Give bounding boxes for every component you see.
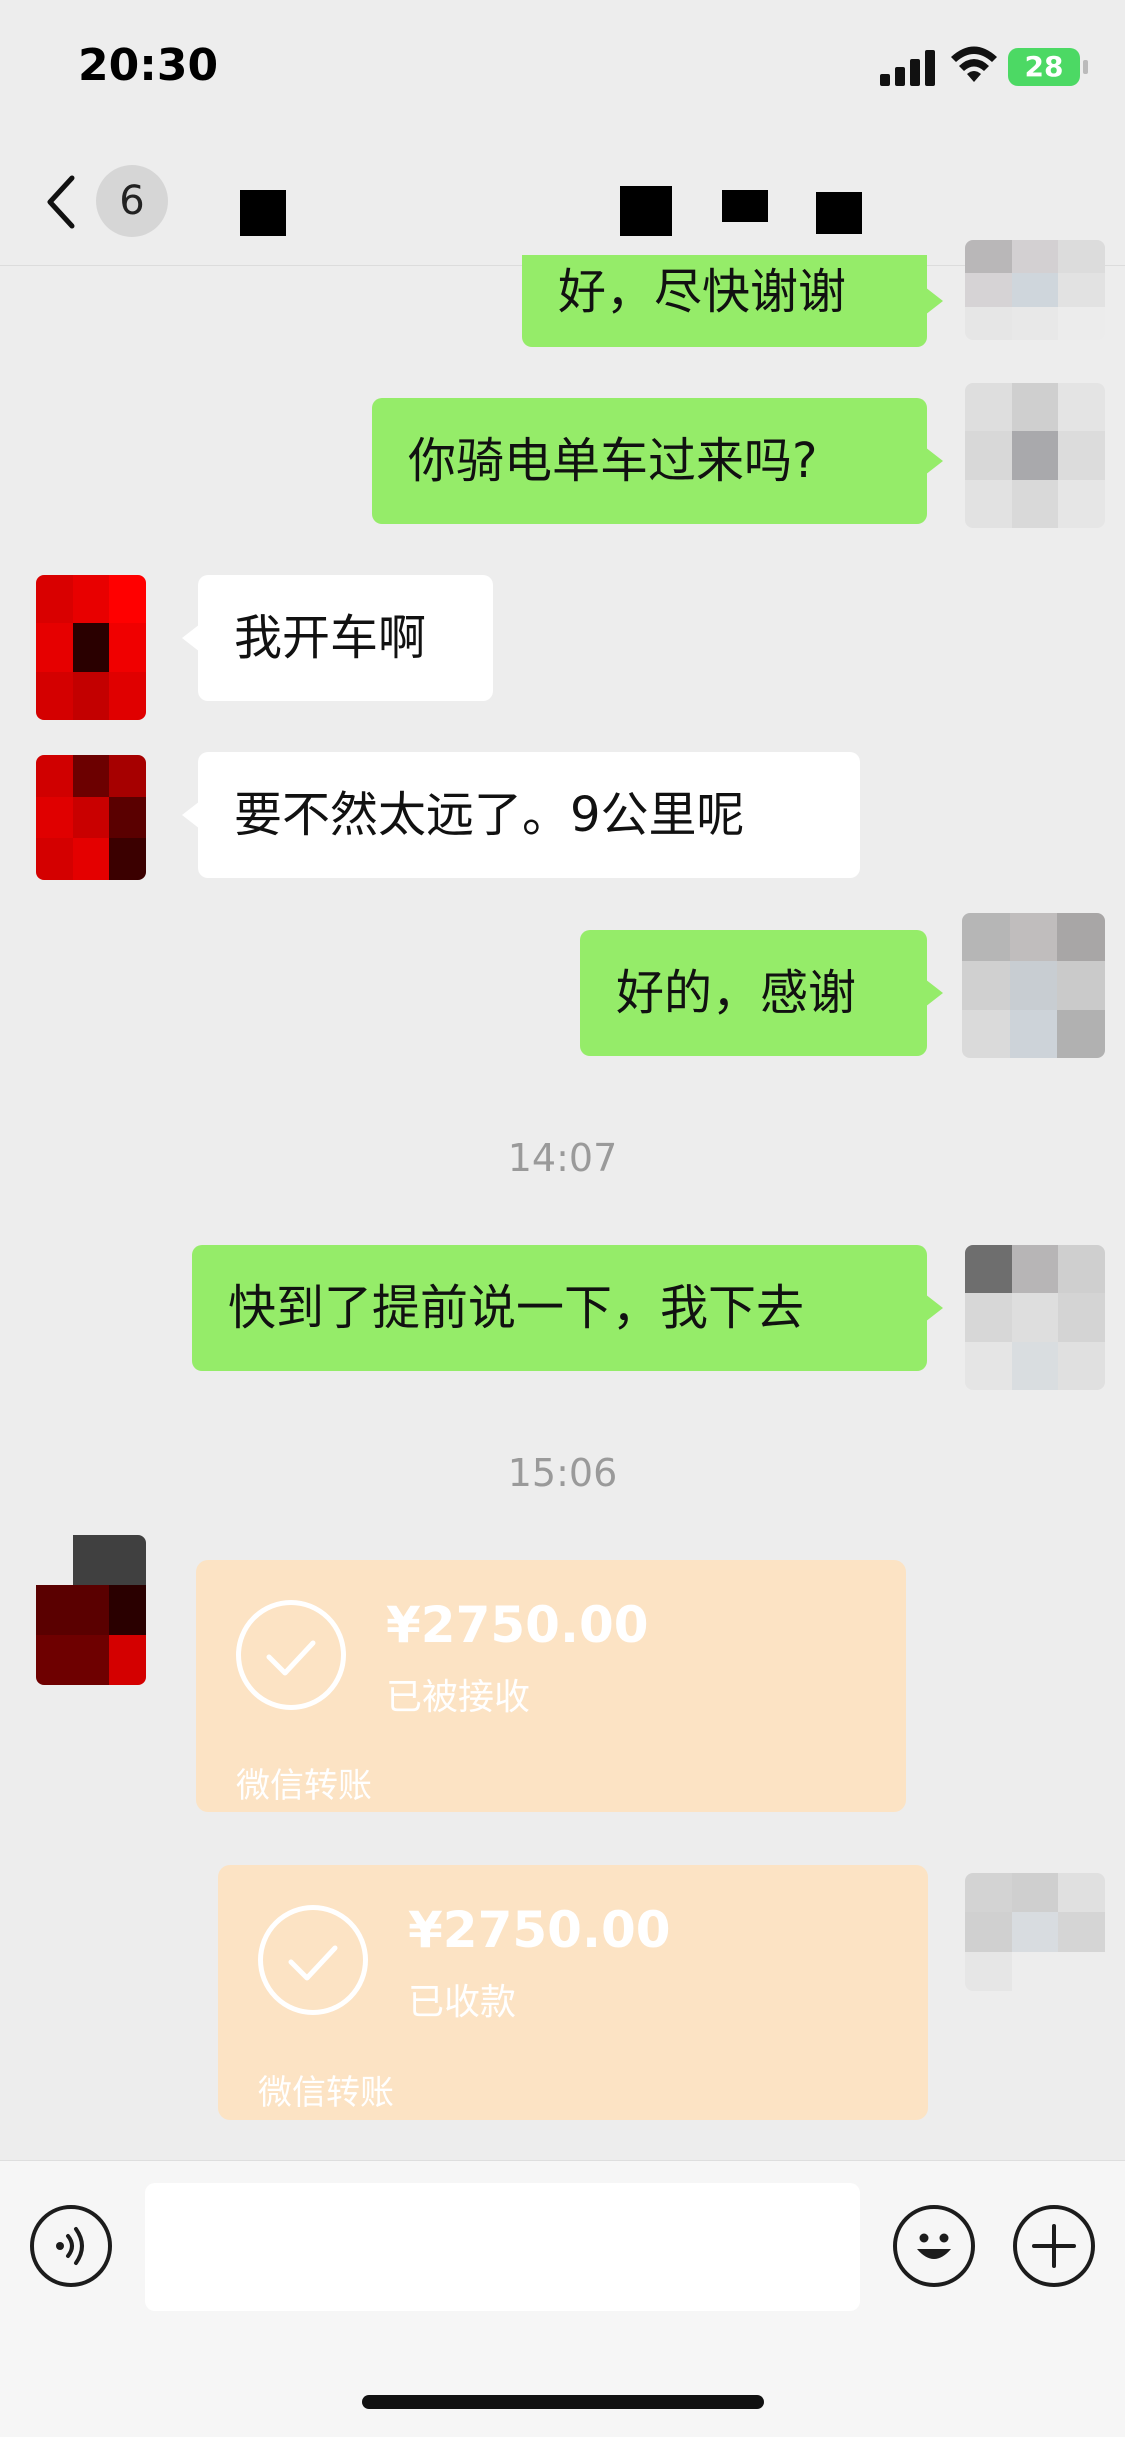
my-avatar[interactable] bbox=[965, 1873, 1105, 1991]
plus-button[interactable] bbox=[1013, 2205, 1095, 2287]
transfer-state: 已被接收 bbox=[386, 1677, 531, 1718]
contact-avatar[interactable] bbox=[36, 575, 146, 720]
my-avatar[interactable] bbox=[965, 1245, 1105, 1390]
emoji-button[interactable] bbox=[893, 2205, 975, 2287]
contact-avatar[interactable] bbox=[36, 755, 146, 880]
message-text: 要不然太远了。9公里呢 bbox=[234, 787, 745, 843]
redacted-title-block bbox=[816, 192, 862, 234]
message-text: 好的，感谢 bbox=[616, 965, 857, 1021]
time-separator: 15:06 bbox=[507, 1451, 618, 1495]
message-text: 好，尽快谢谢 bbox=[558, 264, 847, 320]
redacted-title-block bbox=[240, 190, 286, 236]
transfer-card-received[interactable]: ¥2750.00 已被接收 微信转账 bbox=[196, 1560, 906, 1812]
transfer-label: 微信转账 bbox=[258, 2073, 394, 2113]
chevron-left-icon[interactable] bbox=[40, 172, 80, 232]
input-bar bbox=[0, 2160, 1125, 2437]
transfer-amount: ¥2750.00 bbox=[408, 1901, 671, 1959]
transfer-state: 已收款 bbox=[408, 1982, 517, 2023]
message-bubble-mine[interactable]: 好的，感谢 bbox=[580, 930, 943, 1056]
nav-bar: 6 bbox=[0, 140, 1125, 266]
time-separator: 14:07 bbox=[507, 1136, 618, 1180]
message-bubble-mine[interactable]: 快到了提前说一下，我下去 bbox=[192, 1245, 943, 1371]
message-bubble-contact[interactable]: 我开车啊 bbox=[182, 575, 493, 701]
battery-indicator: 28 bbox=[1008, 48, 1080, 86]
message-bubble-contact[interactable]: 要不然太远了。9公里呢 bbox=[182, 752, 860, 878]
message-text: 快到了提前说一下，我下去 bbox=[228, 1280, 805, 1336]
home-indicator bbox=[362, 2395, 764, 2409]
message-bubble-mine[interactable]: 你骑电单车过来吗? bbox=[372, 398, 943, 524]
message-text: 我开车啊 bbox=[234, 610, 427, 666]
plus-icon bbox=[1032, 2224, 1076, 2268]
voice-button[interactable] bbox=[30, 2205, 112, 2287]
message-input[interactable] bbox=[145, 2183, 860, 2311]
my-avatar[interactable] bbox=[965, 240, 1105, 340]
my-avatar[interactable] bbox=[962, 913, 1105, 1058]
unread-count-badge[interactable]: 6 bbox=[96, 165, 168, 237]
contact-avatar[interactable] bbox=[36, 1535, 146, 1685]
check-circle-icon bbox=[258, 1905, 368, 2015]
transfer-card-sent[interactable]: ¥2750.00 已收款 微信转账 bbox=[218, 1865, 928, 2120]
transfer-amount: ¥2750.00 bbox=[386, 1596, 649, 1654]
signal-icon bbox=[880, 50, 935, 86]
message-text: 你骑电单车过来吗? bbox=[408, 433, 818, 489]
voice-icon bbox=[56, 2227, 84, 2265]
status-bar: 20:30 28 bbox=[0, 0, 1125, 140]
checkmark-icon bbox=[288, 1945, 338, 1981]
battery-tip bbox=[1083, 60, 1088, 74]
emoji-icon bbox=[917, 2233, 951, 2259]
transfer-label: 微信转账 bbox=[236, 1766, 372, 1806]
redacted-title-block bbox=[620, 186, 672, 236]
wifi-icon bbox=[951, 46, 997, 82]
checkmark-icon bbox=[266, 1640, 316, 1676]
redacted-title-block bbox=[722, 190, 768, 222]
check-circle-icon bbox=[236, 1600, 346, 1710]
my-avatar[interactable] bbox=[965, 383, 1105, 528]
status-time: 20:30 bbox=[78, 40, 219, 91]
message-bubble-mine[interactable]: 好，尽快谢谢 bbox=[522, 255, 943, 347]
